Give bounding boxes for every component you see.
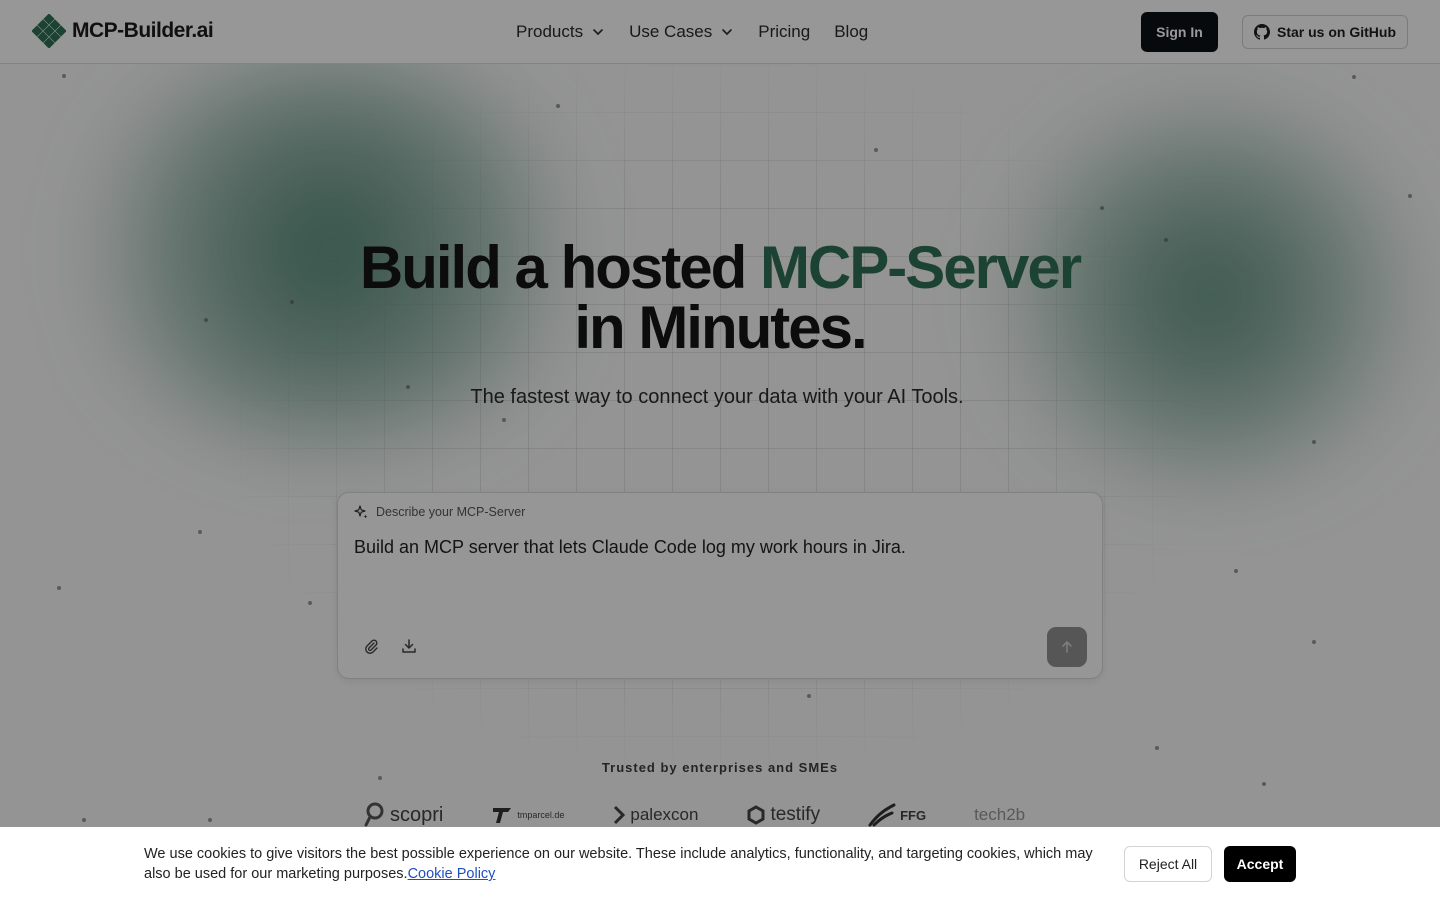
modal-overlay bbox=[0, 0, 1440, 900]
cookie-banner: We use cookies to give visitors the best… bbox=[0, 827, 1440, 900]
cookie-message: We use cookies to give visitors the best… bbox=[144, 846, 1093, 882]
cookie-text: We use cookies to give visitors the best… bbox=[144, 844, 1104, 884]
accept-button[interactable]: Accept bbox=[1224, 846, 1296, 882]
cookie-policy-link[interactable]: Cookie Policy bbox=[408, 866, 496, 882]
reject-all-button[interactable]: Reject All bbox=[1124, 846, 1212, 882]
